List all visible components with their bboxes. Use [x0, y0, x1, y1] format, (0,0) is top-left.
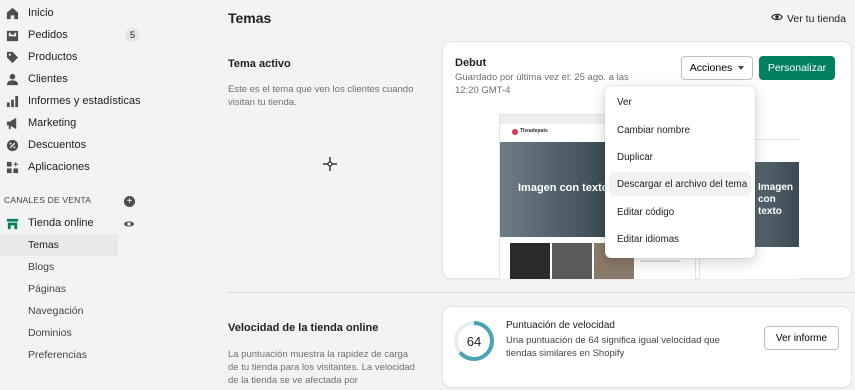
sidebar-item-label: Aplicaciones — [28, 161, 90, 173]
sales-channels-title: CANALES DE VENTA — [4, 195, 92, 205]
speed-description: La puntuación muestra la rapidez de carg… — [228, 349, 415, 386]
view-store-label: Ver tu tienda — [787, 12, 846, 25]
sidebar-item-label: Productos — [28, 51, 78, 63]
menu-item-download-theme[interactable]: Descargar el archivo del tema — [609, 172, 751, 196]
tag-icon — [5, 50, 19, 64]
sidebar-item-label: Tienda online — [28, 217, 94, 229]
section-divider — [228, 292, 855, 293]
preview-hero-text: Imagen con texto — [518, 182, 609, 194]
view-store-link[interactable]: Ver tu tienda — [771, 11, 846, 26]
orders-count-badge: 5 — [125, 28, 140, 42]
orders-icon — [5, 28, 19, 42]
discount-icon — [5, 138, 19, 152]
megaphone-icon — [5, 116, 19, 130]
speed-heading: Velocidad de la tienda online — [228, 322, 379, 334]
menu-item-rename[interactable]: Cambiar nombre — [609, 118, 751, 142]
sidebar-item-marketing[interactable]: Marketing — [0, 112, 147, 134]
sidebar-item-label: Inicio — [28, 7, 54, 19]
speed-card: 64 Puntuación de velocidad Una puntuació… — [443, 307, 851, 387]
page-title: Temas — [228, 10, 272, 26]
sidebar: Inicio Pedidos 5 Productos Clientes Info… — [0, 0, 147, 390]
sidebar-item-label: Marketing — [28, 117, 77, 129]
sidebar-item-label: Descuentos — [28, 139, 87, 151]
sidebar-item-informes[interactable]: Informes y estadísticas — [0, 90, 147, 112]
menu-item-edit-code[interactable]: Editar código — [609, 200, 751, 224]
active-theme-description: Este es el tema que ven los clientes cua… — [228, 84, 414, 108]
sidebar-item-label: Clientes — [28, 73, 68, 85]
preview-brand: Theadepats — [520, 128, 548, 134]
sidebar-item-inicio[interactable]: Inicio — [0, 2, 147, 24]
eye-icon[interactable] — [123, 217, 135, 235]
home-icon — [5, 6, 19, 20]
customize-button[interactable]: Personalizar — [759, 56, 835, 80]
sidebar-sub-navegacion[interactable]: Navegación — [0, 300, 118, 322]
menu-item-edit-languages[interactable]: Editar idiomas — [609, 227, 751, 251]
menu-item-duplicate[interactable]: Duplicar — [609, 145, 751, 169]
actions-label: Acciones — [689, 62, 733, 74]
speed-score-value: 64 — [466, 333, 482, 349]
bar-chart-icon — [5, 94, 19, 108]
view-report-button[interactable]: Ver informe — [764, 326, 839, 350]
sidebar-item-aplicaciones[interactable]: Aplicaciones — [0, 156, 147, 178]
menu-item-ver[interactable]: Ver — [609, 90, 751, 114]
sidebar-item-clientes[interactable]: Clientes — [0, 68, 147, 90]
caret-down-icon — [738, 66, 745, 70]
person-icon — [5, 72, 19, 86]
eye-icon — [771, 11, 783, 26]
sidebar-item-descuentos[interactable]: Descuentos — [0, 134, 147, 156]
sidebar-item-label: Informes y estadísticas — [28, 95, 141, 107]
add-channel-icon[interactable]: + — [124, 196, 135, 207]
crosshair-cursor-icon — [323, 157, 337, 171]
speed-score-title: Puntuación de velocidad — [506, 320, 615, 331]
actions-button[interactable]: Acciones — [681, 56, 753, 80]
sidebar-item-label: Pedidos — [28, 29, 68, 41]
preview-mobile-hero-text: Imagen con texto — [758, 182, 794, 217]
apps-icon — [5, 160, 19, 174]
actions-menu: Ver Cambiar nombre Duplicar Descargar el… — [605, 86, 755, 258]
active-theme-heading: Tema activo — [228, 58, 291, 70]
sidebar-sub-temas[interactable]: Temas — [0, 234, 118, 256]
sidebar-item-pedidos[interactable]: Pedidos 5 — [0, 24, 147, 46]
sidebar-sub-blogs[interactable]: Blogs — [0, 256, 118, 278]
sidebar-sub-paginas[interactable]: Páginas — [0, 278, 118, 300]
sidebar-sub-dominios[interactable]: Dominios — [0, 322, 118, 344]
speed-score-description: Una puntuación de 64 significa igual vel… — [506, 335, 720, 359]
sidebar-sub-preferencias[interactable]: Preferencias — [0, 344, 118, 366]
theme-name: Debut — [455, 57, 487, 69]
sidebar-item-productos[interactable]: Productos — [0, 46, 147, 68]
store-icon — [5, 216, 19, 230]
